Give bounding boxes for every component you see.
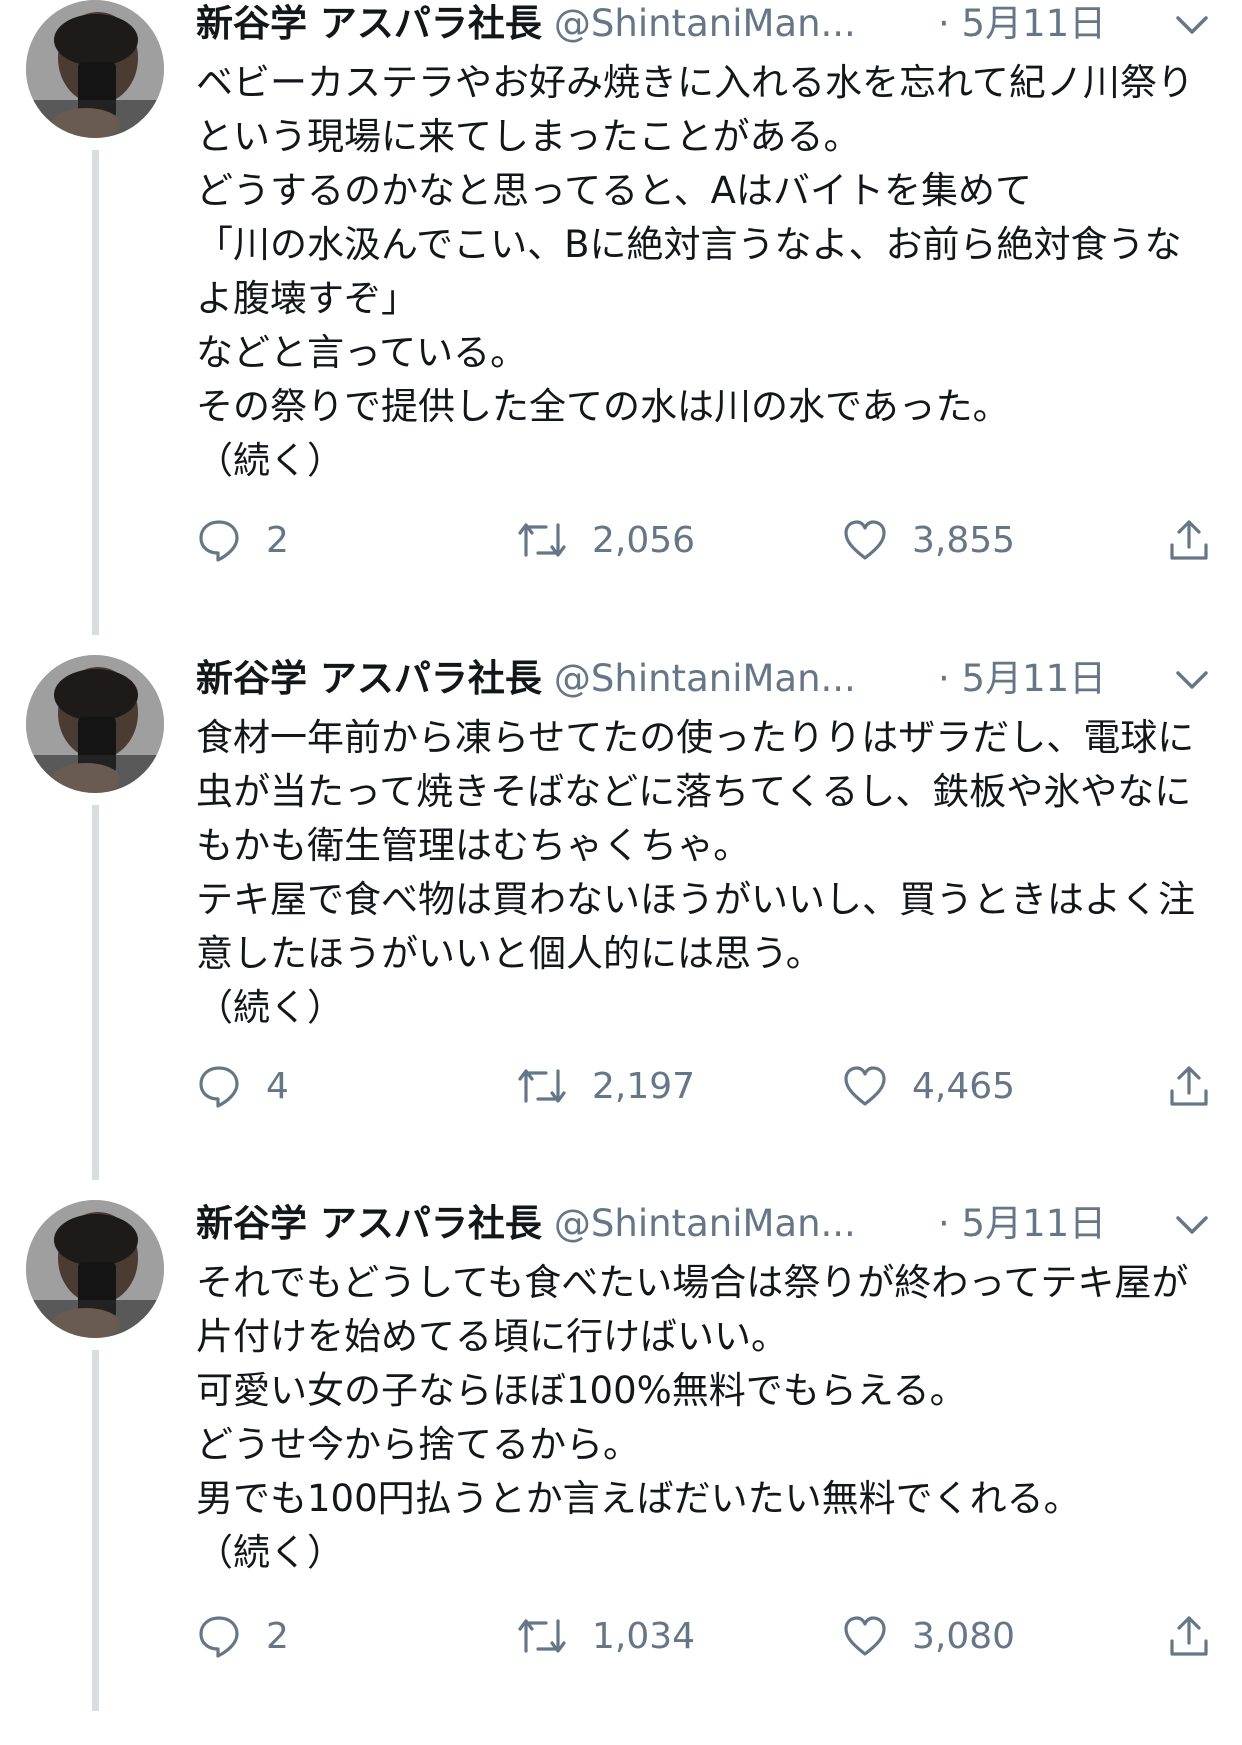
like-icon — [844, 520, 886, 560]
share-button[interactable] — [1166, 1061, 1236, 1111]
avatar[interactable] — [26, 655, 164, 793]
chevron-down-icon[interactable] — [1174, 10, 1210, 38]
tweet[interactable]: 新谷学 アスパラ社長 @ShintaniMan... · 5月11日 ベビーカステ… — [0, 0, 1242, 562]
reply-count: 2 — [266, 519, 289, 561]
retweet-button[interactable]: 2,197 — [516, 1061, 695, 1111]
tweet-actions: 4 2,197 4,465 — [196, 1061, 1216, 1111]
retweet-button[interactable]: 2,056 — [516, 515, 695, 565]
share-icon — [1170, 1616, 1208, 1656]
avatar[interactable] — [26, 0, 164, 138]
display-name[interactable]: 新谷学 アスパラ社長 — [196, 2, 542, 45]
reply-button[interactable]: 2 — [196, 1611, 289, 1661]
tweet-date[interactable]: · 5月11日 — [938, 1200, 1106, 1248]
retweet-icon — [518, 1069, 566, 1103]
chevron-down-icon[interactable] — [1174, 665, 1210, 693]
share-button[interactable] — [1166, 1611, 1236, 1661]
retweet-button[interactable]: 1,034 — [516, 1611, 695, 1661]
chevron-down-icon[interactable] — [1174, 1210, 1210, 1238]
tweet[interactable]: 新谷学 アスパラ社長 @ShintaniMan... · 5月11日 食材一年前か… — [0, 655, 1242, 1200]
like-button[interactable]: 3,080 — [842, 1611, 1015, 1661]
reply-icon — [199, 1066, 239, 1108]
reply-icon — [199, 1616, 239, 1658]
display-name[interactable]: 新谷学 アスパラ社長 — [196, 1202, 542, 1245]
like-button[interactable]: 4,465 — [842, 1061, 1015, 1111]
like-count: 3,855 — [912, 519, 1016, 561]
tweet-text: ベビーカステラやお好み焼きに入れる水を忘れて紀ノ川祭りという現場に来てしまったこ… — [196, 61, 1194, 482]
tweet-header: 新谷学 アスパラ社長 @ShintaniMan... · 5月11日 — [196, 655, 1208, 703]
reply-icon — [199, 520, 239, 562]
tweet-actions: 2 1,034 3,080 — [196, 1611, 1216, 1661]
retweet-count: 1,034 — [592, 1615, 696, 1657]
avatar[interactable] — [26, 1200, 164, 1338]
user-handle[interactable]: @ShintaniMan... — [554, 2, 856, 45]
like-count: 4,465 — [912, 1065, 1016, 1107]
reply-count: 2 — [266, 1615, 289, 1657]
reply-count: 4 — [266, 1065, 289, 1107]
retweet-count: 2,056 — [592, 519, 696, 561]
tweet-actions: 2 2,056 3,855 — [196, 515, 1216, 565]
tweet-header: 新谷学 アスパラ社長 @ShintaniMan... · 5月11日 — [196, 1200, 1208, 1248]
retweet-count: 2,197 — [592, 1065, 696, 1107]
like-button[interactable]: 3,855 — [842, 515, 1015, 565]
user-handle[interactable]: @ShintaniMan... — [554, 1202, 856, 1245]
display-name[interactable]: 新谷学 アスパラ社長 — [196, 657, 542, 700]
share-icon — [1170, 520, 1208, 560]
tweet-header: 新谷学 アスパラ社長 @ShintaniMan... · 5月11日 — [196, 0, 1208, 48]
share-icon — [1170, 1066, 1208, 1106]
tweet-text: 食材一年前から凍らせてたの使ったりりはザラだし、電球に虫が当たって焼きそばなどに… — [196, 716, 1195, 1029]
share-button[interactable] — [1166, 515, 1236, 565]
retweet-icon — [518, 523, 566, 557]
tweet-date[interactable]: · 5月11日 — [938, 655, 1106, 703]
reply-button[interactable]: 2 — [196, 515, 289, 565]
tweet-text: それでもどうしても食べたい場合は祭りが終わってテキ屋が片付けを始めてる頃に行けば… — [196, 1261, 1189, 1574]
like-icon — [844, 1066, 886, 1106]
tweet-date[interactable]: · 5月11日 — [938, 0, 1106, 48]
retweet-icon — [518, 1619, 566, 1653]
reply-button[interactable]: 4 — [196, 1061, 289, 1111]
like-icon — [844, 1616, 886, 1656]
tweet[interactable]: 新谷学 アスパラ社長 @ShintaniMan... · 5月11日 それでもどう… — [0, 1200, 1242, 1745]
user-handle[interactable]: @ShintaniMan... — [554, 657, 856, 700]
like-count: 3,080 — [912, 1615, 1016, 1657]
